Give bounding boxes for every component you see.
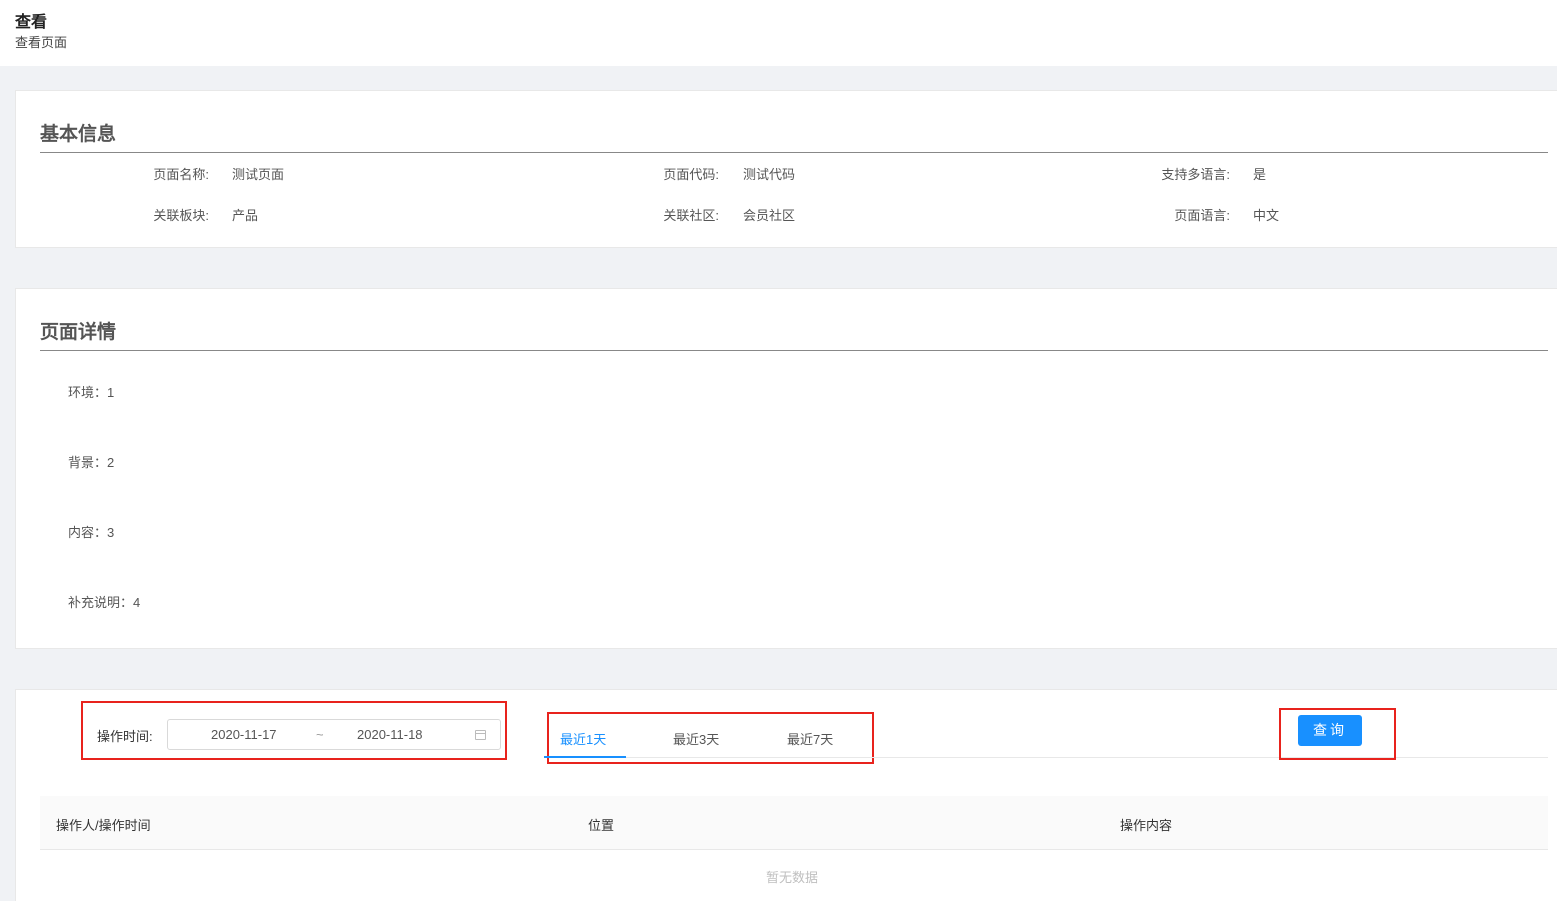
related-section-label: 关联板块: [153,208,209,223]
column-location: 位置 [588,818,615,833]
related-community-value: 会员社区 [743,208,796,223]
page-detail-divider [40,350,1548,351]
calendar-icon[interactable] [475,730,486,740]
related-section-value: 产品 [232,208,259,223]
page-language-label: 页面语言: [1174,208,1230,223]
page-subtitle: 查看页面 [15,35,68,50]
page-language-value: 中文 [1253,208,1280,223]
log-table-header: 操作人/操作时间 位置 操作内容 [40,796,1548,850]
active-tab-indicator [544,756,626,758]
date-range-picker[interactable]: 2020-11-17 ~ 2020-11-18 [167,719,501,750]
query-button[interactable]: 查询 [1298,715,1362,746]
operation-log-card: 操作时间: 2020-11-17 ~ 2020-11-18 最近1天 最近3天 … [15,689,1557,901]
tab-bar-divider [544,757,1548,758]
detail-notes: 补充说明：4 [68,595,141,610]
basic-info-title: 基本信息 [40,124,117,145]
related-community-label: 关联社区: [663,208,719,223]
page-detail-title: 页面详情 [40,322,117,343]
page-code-value: 测试代码 [743,167,796,182]
detail-content: 内容：3 [68,525,115,540]
page-name-label: 页面名称: [153,167,209,182]
tab-last-7-days[interactable]: 最近7天 [787,729,833,748]
page-detail-card: 页面详情 环境：1 背景：2 内容：3 补充说明：4 [15,288,1557,649]
multi-language-label: 支持多语言: [1161,167,1230,182]
end-date-input[interactable]: 2020-11-18 [357,727,423,742]
tab-last-3-days[interactable]: 最近3天 [673,729,719,748]
start-date-input[interactable]: 2020-11-17 [211,727,277,742]
page-name-value: 测试页面 [232,167,285,182]
basic-info-divider [40,152,1548,153]
multi-language-value: 是 [1253,167,1267,182]
column-operation-content: 操作内容 [1120,818,1173,833]
column-operator-time: 操作人/操作时间 [56,818,151,833]
operation-time-label: 操作时间: [97,729,153,744]
detail-environment: 环境：1 [68,385,115,400]
tab-last-1-day[interactable]: 最近1天 [560,729,606,748]
page-code-label: 页面代码: [663,167,719,182]
basic-info-card: 基本信息 页面名称: 测试页面 页面代码: 测试代码 支持多语言: 是 关联板块… [15,90,1557,248]
date-separator: ~ [316,727,324,742]
empty-state-text: 暂无数据 [766,870,819,885]
detail-background: 背景：2 [68,455,115,470]
page-title: 查看 [15,14,48,31]
page-header: 查看 查看页面 [0,0,1557,66]
